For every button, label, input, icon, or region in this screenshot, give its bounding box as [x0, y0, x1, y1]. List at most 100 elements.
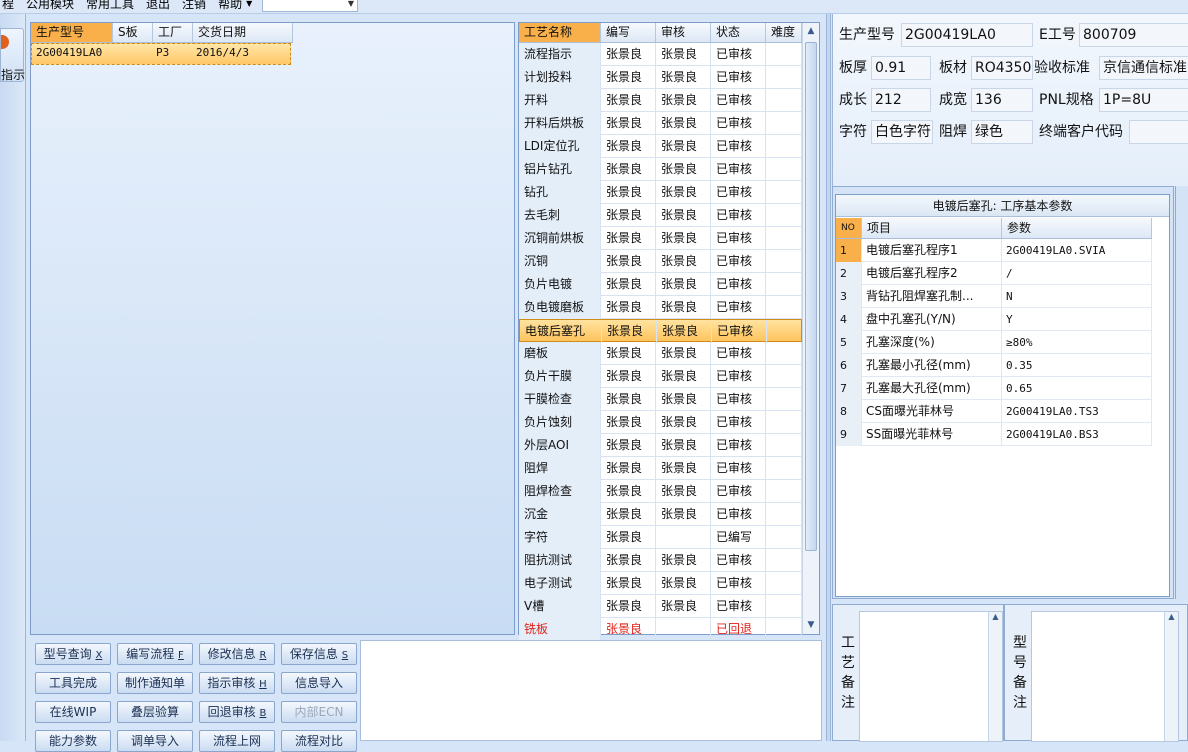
- process-row[interactable]: 计划投料 张景良 张景良 已审核: [519, 66, 802, 89]
- cell-diff: [766, 595, 802, 618]
- button-row2-3[interactable]: 信息导入: [281, 672, 357, 694]
- cell-name: 阻焊检查: [519, 480, 601, 503]
- remark-scrollbar[interactable]: ▲: [988, 612, 1002, 741]
- cell-name: 计划投料: [519, 66, 601, 89]
- scroll-down-icon[interactable]: ▼: [803, 617, 819, 634]
- process-row[interactable]: V槽 张景良 张景良 已审核: [519, 595, 802, 618]
- col-delivery-date[interactable]: 交货日期: [193, 23, 293, 42]
- process-row[interactable]: 负片干膜 张景良 张景良 已审核: [519, 365, 802, 388]
- param-row[interactable]: 4 盘中孔塞孔(Y/N) Y: [836, 308, 1152, 331]
- material-field[interactable]: RO4350B: [971, 56, 1033, 80]
- button-row3-1[interactable]: 叠层验算: [117, 701, 193, 723]
- col-factory[interactable]: 工厂: [153, 23, 193, 42]
- menu-item-logout[interactable]: 注销: [176, 0, 212, 14]
- menu-item-common-tools[interactable]: 常用工具: [80, 0, 140, 14]
- model-field[interactable]: 2G00419LA0: [901, 23, 1033, 47]
- process-row[interactable]: 负片蚀刻 张景良 张景良 已审核: [519, 411, 802, 434]
- button-row4-2[interactable]: 流程上网: [199, 730, 275, 752]
- pnl-field[interactable]: 1P=8U: [1099, 88, 1188, 112]
- button-row4-1[interactable]: 调单导入: [117, 730, 193, 752]
- menu-combo-box[interactable]: ▼: [262, 0, 358, 12]
- col-s-board[interactable]: S板: [113, 23, 153, 42]
- menu-item-help[interactable]: 帮助 ▼: [212, 0, 258, 14]
- process-row[interactable]: 开料后烘板 张景良 张景良 已审核: [519, 112, 802, 135]
- button-row2-0[interactable]: 工具完成: [35, 672, 111, 694]
- process-row[interactable]: 磨板 张景良 张景良 已审核: [519, 342, 802, 365]
- param-row[interactable]: 5 孔塞深度(%) ≥80%: [836, 331, 1152, 354]
- length-field[interactable]: 212: [871, 88, 931, 112]
- param-row[interactable]: 6 孔塞最小孔径(mm) 0.35: [836, 354, 1152, 377]
- button-row4-0[interactable]: 能力参数: [35, 730, 111, 752]
- col-difficulty[interactable]: 难度: [766, 23, 802, 42]
- thickness-field[interactable]: 0.91: [871, 56, 931, 80]
- button-row1-3[interactable]: 保存信息 S: [281, 643, 357, 665]
- col-writer[interactable]: 编写: [601, 23, 656, 42]
- process-row[interactable]: 阻焊 张景良 张景良 已审核: [519, 457, 802, 480]
- process-row[interactable]: 沉铜 张景良 张景良 已审核: [519, 250, 802, 273]
- process-row[interactable]: 负电镀磨板 张景良 张景良 已审核: [519, 296, 802, 319]
- process-row[interactable]: 外层AOI 张景良 张景良 已审核: [519, 434, 802, 457]
- process-row[interactable]: 干膜检查 张景良 张景良 已审核: [519, 388, 802, 411]
- param-row[interactable]: 8 CS面曝光菲林号 2G00419LA0.TS3: [836, 400, 1152, 423]
- legend-field[interactable]: 白色字符: [871, 120, 933, 144]
- eng-no-field[interactable]: 800709: [1079, 23, 1188, 47]
- button-row2-1[interactable]: 制作通知单: [117, 672, 193, 694]
- remark-scrollbar[interactable]: ▲: [1164, 612, 1178, 741]
- process-row[interactable]: 去毛刺 张景良 张景良 已审核: [519, 204, 802, 227]
- material-label: 板材: [939, 60, 967, 76]
- process-row[interactable]: 铝片钻孔 张景良 张景良 已审核: [519, 158, 802, 181]
- button-row3-0[interactable]: 在线WIP: [35, 701, 111, 723]
- col-model[interactable]: 生产型号: [31, 23, 113, 42]
- menu-item-0[interactable]: 程: [0, 0, 20, 14]
- soldermask-field[interactable]: 绿色: [971, 120, 1033, 144]
- indicator-tool-button[interactable]: 指示: [0, 28, 25, 82]
- param-row[interactable]: 2 电镀后塞孔程序2/: [836, 262, 1152, 285]
- cell-writer: 张景良: [601, 204, 656, 227]
- scrollbar-thumb[interactable]: [805, 42, 817, 551]
- button-row2-2[interactable]: 指示审核 H: [199, 672, 275, 694]
- width-field[interactable]: 136: [971, 88, 1033, 112]
- process-row[interactable]: 阻抗测试 张景良 张景良 已审核: [519, 549, 802, 572]
- param-row[interactable]: 7 孔塞最大孔径(mm) 0.65: [836, 377, 1152, 400]
- process-row[interactable]: 流程指示 张景良 张景良 已审核: [519, 43, 802, 66]
- menu-item-exit[interactable]: 退出: [140, 0, 176, 14]
- cell-writer: 张景良: [601, 595, 656, 618]
- col-no[interactable]: NO: [836, 218, 862, 238]
- col-item[interactable]: 项目: [862, 218, 1002, 238]
- param-row[interactable]: 9 SS面曝光菲林号 2G00419LA0.BS3: [836, 423, 1152, 446]
- button-row1-0[interactable]: 型号查询 X: [35, 643, 111, 665]
- scroll-up-icon[interactable]: ▲: [803, 23, 819, 40]
- process-row[interactable]: 阻焊检查 张景良 张景良 已审核: [519, 480, 802, 503]
- param-row[interactable]: 1 电镀后塞孔程序1 2G00419LA0.SVIA: [836, 239, 1152, 262]
- panel-splitter[interactable]: [826, 14, 831, 741]
- process-row[interactable]: 铣板 张景良 已回退: [519, 618, 802, 641]
- process-row[interactable]: 电镀后塞孔 张景良 张景良 已审核: [519, 319, 803, 343]
- process-row[interactable]: 电子测试 张景良 张景良 已审核: [519, 572, 802, 595]
- process-row[interactable]: 沉铜前烘板 张景良 张景良 已审核: [519, 227, 802, 250]
- button-label: 工具完成: [48, 676, 97, 690]
- process-row[interactable]: 字符 张景良 已编写: [519, 526, 802, 549]
- model-remark-textarea[interactable]: ▲: [1031, 611, 1179, 742]
- button-row3-2[interactable]: 回退审核 B: [199, 701, 275, 723]
- process-row[interactable]: 沉金 张景良 张景良 已审核: [519, 503, 802, 526]
- menu-item-common-modules[interactable]: 公用模块: [20, 0, 80, 14]
- standard-field[interactable]: 京信通信标准: [1099, 56, 1188, 80]
- button-row4-3[interactable]: 流程对比: [281, 730, 357, 752]
- process-scrollbar[interactable]: ▲ ▼: [802, 23, 819, 634]
- col-reviewer[interactable]: 审核: [656, 23, 711, 42]
- customer-code-field[interactable]: [1129, 120, 1188, 144]
- button-row1-2[interactable]: 修改信息 R: [199, 643, 275, 665]
- col-status[interactable]: 状态: [711, 23, 766, 42]
- process-row[interactable]: 开料 张景良 张景良 已审核: [519, 89, 802, 112]
- process-row[interactable]: 负片电镀 张景良 张景良 已审核: [519, 273, 802, 296]
- button-row3-3[interactable]: 内部ECN: [281, 701, 357, 723]
- process-row[interactable]: 钻孔 张景良 张景良 已审核: [519, 181, 802, 204]
- process-remark-textarea[interactable]: ▲: [859, 611, 1003, 742]
- button-row1-1[interactable]: 编写流程 F: [117, 643, 193, 665]
- param-row[interactable]: 3 背钻孔阻焊塞孔制... N: [836, 285, 1152, 308]
- col-process-name[interactable]: 工艺名称: [519, 23, 601, 42]
- message-box[interactable]: [360, 640, 822, 741]
- process-row[interactable]: LDI定位孔 张景良 张景良 已审核: [519, 135, 802, 158]
- col-param[interactable]: 参数: [1002, 218, 1152, 238]
- model-table-row[interactable]: 2G00419LA0 P3 2016/4/3: [31, 43, 291, 65]
